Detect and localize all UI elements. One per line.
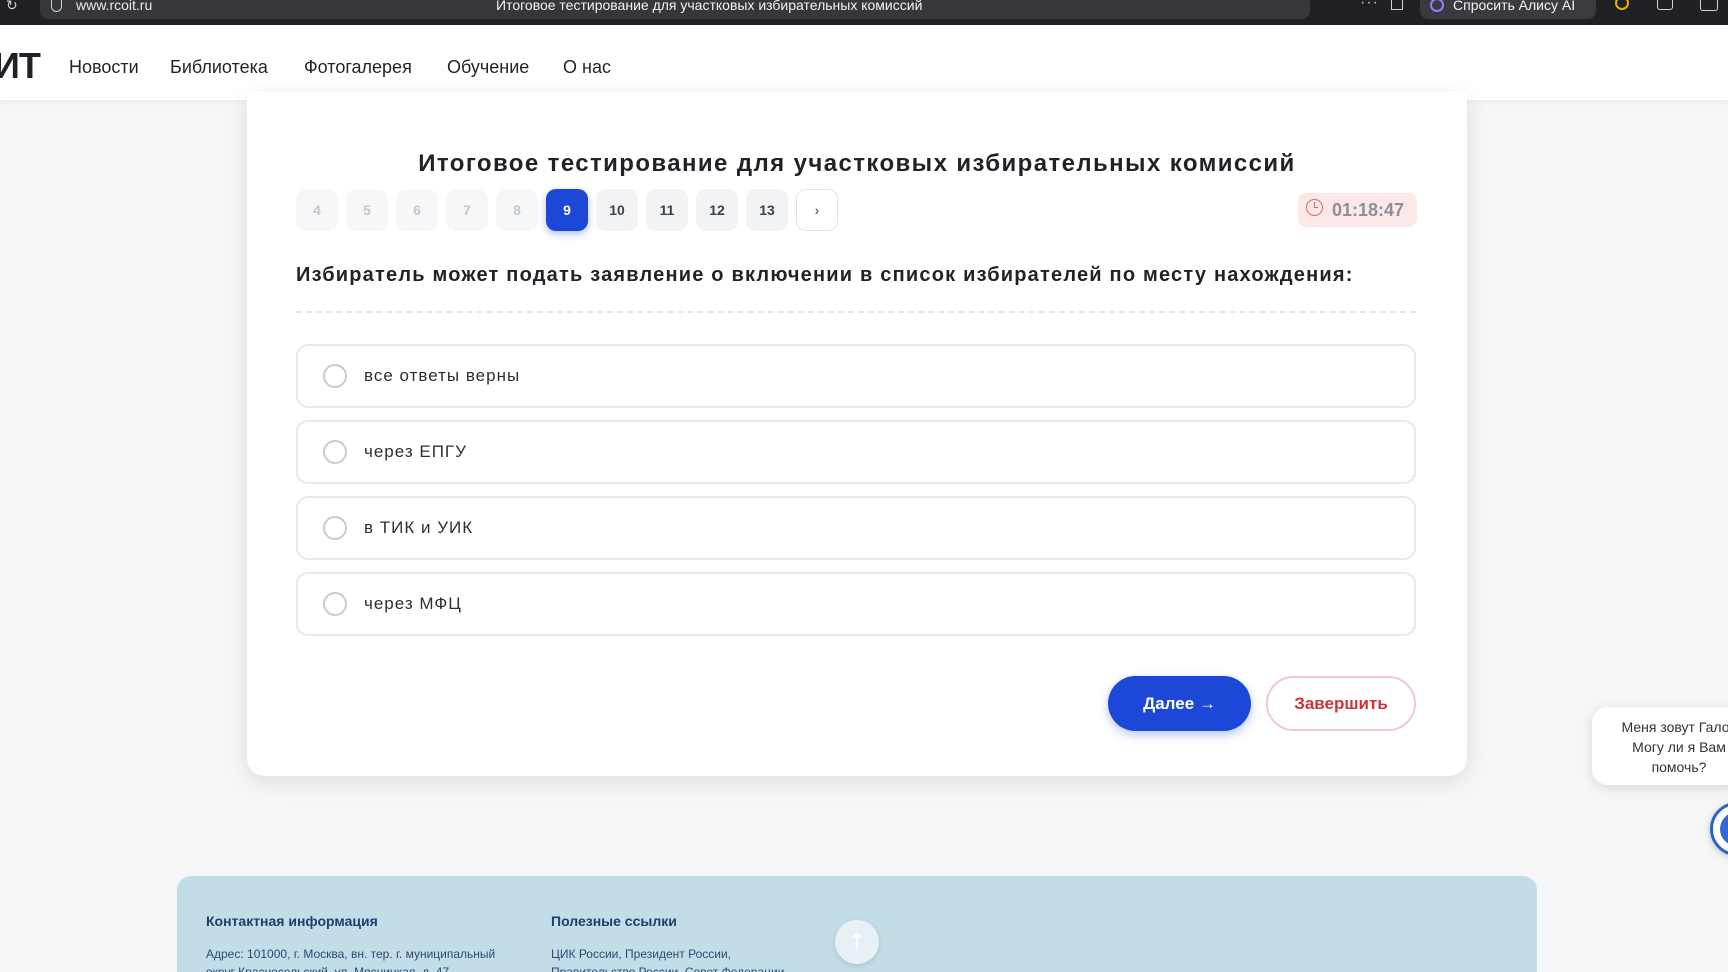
site-logo[interactable]: ИТ	[0, 45, 41, 87]
radio-button[interactable]	[323, 592, 347, 616]
answer-label: все ответы верны	[364, 366, 521, 385]
answer-label: через МФЦ	[364, 594, 462, 613]
finish-test-button[interactable]: Завершить	[1266, 676, 1416, 731]
page-button-13[interactable]: 13	[746, 189, 788, 231]
footer-links-title: Полезные ссылки	[551, 913, 677, 929]
extension-icon[interactable]	[1615, 0, 1629, 10]
page-button-4[interactable]: 4	[296, 189, 338, 231]
more-icon[interactable]: ···	[1360, 0, 1379, 12]
quiz-title: Итоговое тестирование для участковых изб…	[418, 150, 1296, 177]
footer-links-text: ЦИК России, Президент России, Правительс…	[551, 945, 784, 972]
footer-link-line[interactable]: Правительство России, Совет Федерации	[551, 963, 784, 972]
page-button-8[interactable]: 8	[496, 189, 538, 231]
next-question-button[interactable]: Далее →	[1108, 676, 1251, 731]
scroll-to-top-button[interactable]: ↑	[835, 920, 879, 964]
timer-value: 01:18:47	[1332, 199, 1405, 220]
footer-contact-title: Контактная информация	[206, 913, 378, 929]
page-button-7[interactable]: 7	[446, 189, 488, 231]
answer-option-3[interactable]: в ТИК и УИК	[296, 496, 1416, 560]
answer-option-4[interactable]: через МФЦ	[296, 572, 1416, 636]
page-next-button[interactable]: ›	[796, 189, 838, 231]
answer-label: через ЕПГУ	[364, 442, 467, 461]
nav-item-about[interactable]: О нас	[563, 57, 611, 78]
nav-item-gallery[interactable]: Фотогалерея	[304, 57, 412, 78]
site-header: ИТ Новости Библиотека Фотогалерея Обучен…	[0, 25, 1728, 100]
footer-link-line[interactable]: ЦИК России, Президент России,	[551, 945, 784, 963]
page-button-12[interactable]: 12	[696, 189, 738, 231]
shield-icon[interactable]	[51, 0, 62, 12]
footer-contact-text: Адрес: 101000, г. Москва, вн. тер. г. му…	[206, 945, 495, 972]
nav-item-news[interactable]: Новости	[69, 57, 139, 78]
page-button-11[interactable]: 11	[646, 189, 688, 231]
chat-line: помочь?	[1651, 759, 1707, 775]
assistant-icon	[1720, 812, 1728, 846]
page-button-9-current[interactable]: 9	[546, 189, 588, 231]
quiz-card: Итоговое тестирование для участковых изб…	[247, 92, 1467, 776]
tab-title: Итоговое тестирование для участковых изб…	[496, 0, 923, 13]
ask-alice-label[interactable]: Спросить Алису AI	[1453, 0, 1575, 13]
address-url[interactable]: www.rcoit.ru	[76, 0, 152, 13]
chat-line: Могу ли я Вам	[1632, 739, 1726, 755]
page-button-10[interactable]: 10	[596, 189, 638, 231]
chat-line: Меня зовут Галоч	[1621, 719, 1728, 735]
countdown-timer: 01:18:47	[1298, 193, 1417, 227]
page-button-6[interactable]: 6	[396, 189, 438, 231]
clock-icon	[1306, 198, 1323, 216]
nav-item-library[interactable]: Библиотека	[170, 57, 268, 78]
radio-button[interactable]	[323, 516, 347, 540]
question-divider	[296, 311, 1416, 313]
nav-item-training[interactable]: Обучение	[447, 57, 529, 78]
puzzle-icon[interactable]	[1657, 0, 1673, 10]
sidebar-icon[interactable]	[1700, 0, 1718, 11]
radio-button[interactable]	[323, 364, 347, 388]
page-button-5[interactable]: 5	[346, 189, 388, 231]
footer-contact-line: округ Красносельский, ул. Мясницкая, д. …	[206, 965, 450, 972]
answer-option-1[interactable]: все ответы верны	[296, 344, 1416, 408]
chat-assistant-avatar[interactable]	[1710, 802, 1728, 856]
question-text: Избиратель может подать заявление о вклю…	[296, 264, 1354, 286]
chat-greeting-bubble[interactable]: Меня зовут Галоч Могу ли я Вам помочь?	[1592, 707, 1728, 785]
browser-toolbar: ↻ www.rcoit.ru Итоговое тестирование для…	[0, 0, 1728, 25]
bookmark-icon[interactable]	[1391, 0, 1403, 10]
radio-button[interactable]	[323, 440, 347, 464]
answer-option-2[interactable]: через ЕПГУ	[296, 420, 1416, 484]
footer-contact-line: Адрес: 101000, г. Москва, вн. тер. г. му…	[206, 947, 496, 961]
reload-icon[interactable]: ↻	[6, 0, 18, 14]
answer-label: в ТИК и УИК	[364, 518, 474, 537]
